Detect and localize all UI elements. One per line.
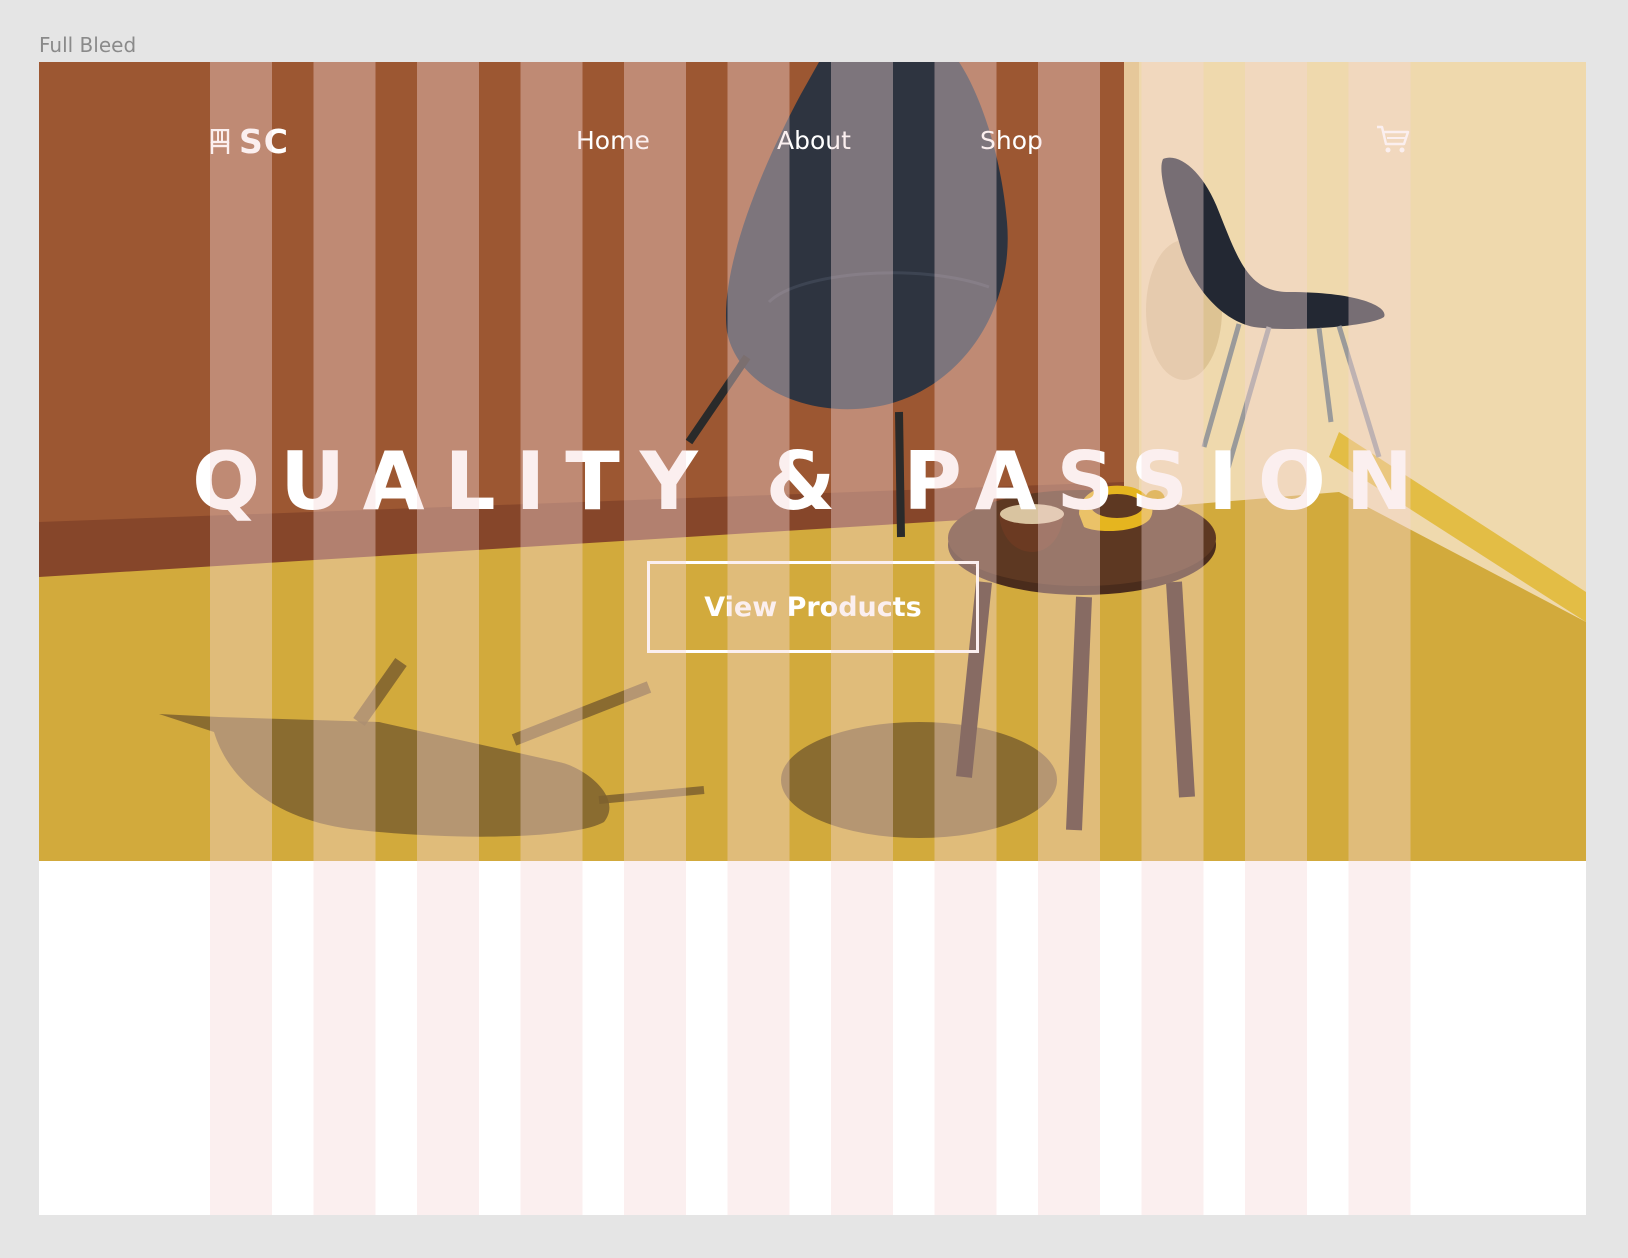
hero-section: SC Home About Shop QUALITY & PASSION Vie… [39,62,1586,861]
full-bleed-frame: SC Home About Shop QUALITY & PASSION Vie… [39,62,1586,1215]
logo-text: SC [239,122,289,161]
cart-button[interactable] [1376,124,1410,159]
nav-link-about[interactable]: About [777,126,851,155]
chair-icon [210,128,230,154]
hero-headline: QUALITY & PASSION [192,435,1433,528]
cart-icon [1377,125,1410,153]
nav-link-shop[interactable]: Shop [980,126,1043,155]
view-products-button[interactable]: View Products [647,561,979,653]
logo[interactable]: SC [209,122,289,161]
frame-label: Full Bleed [39,33,137,57]
nav-link-home[interactable]: Home [576,126,650,155]
